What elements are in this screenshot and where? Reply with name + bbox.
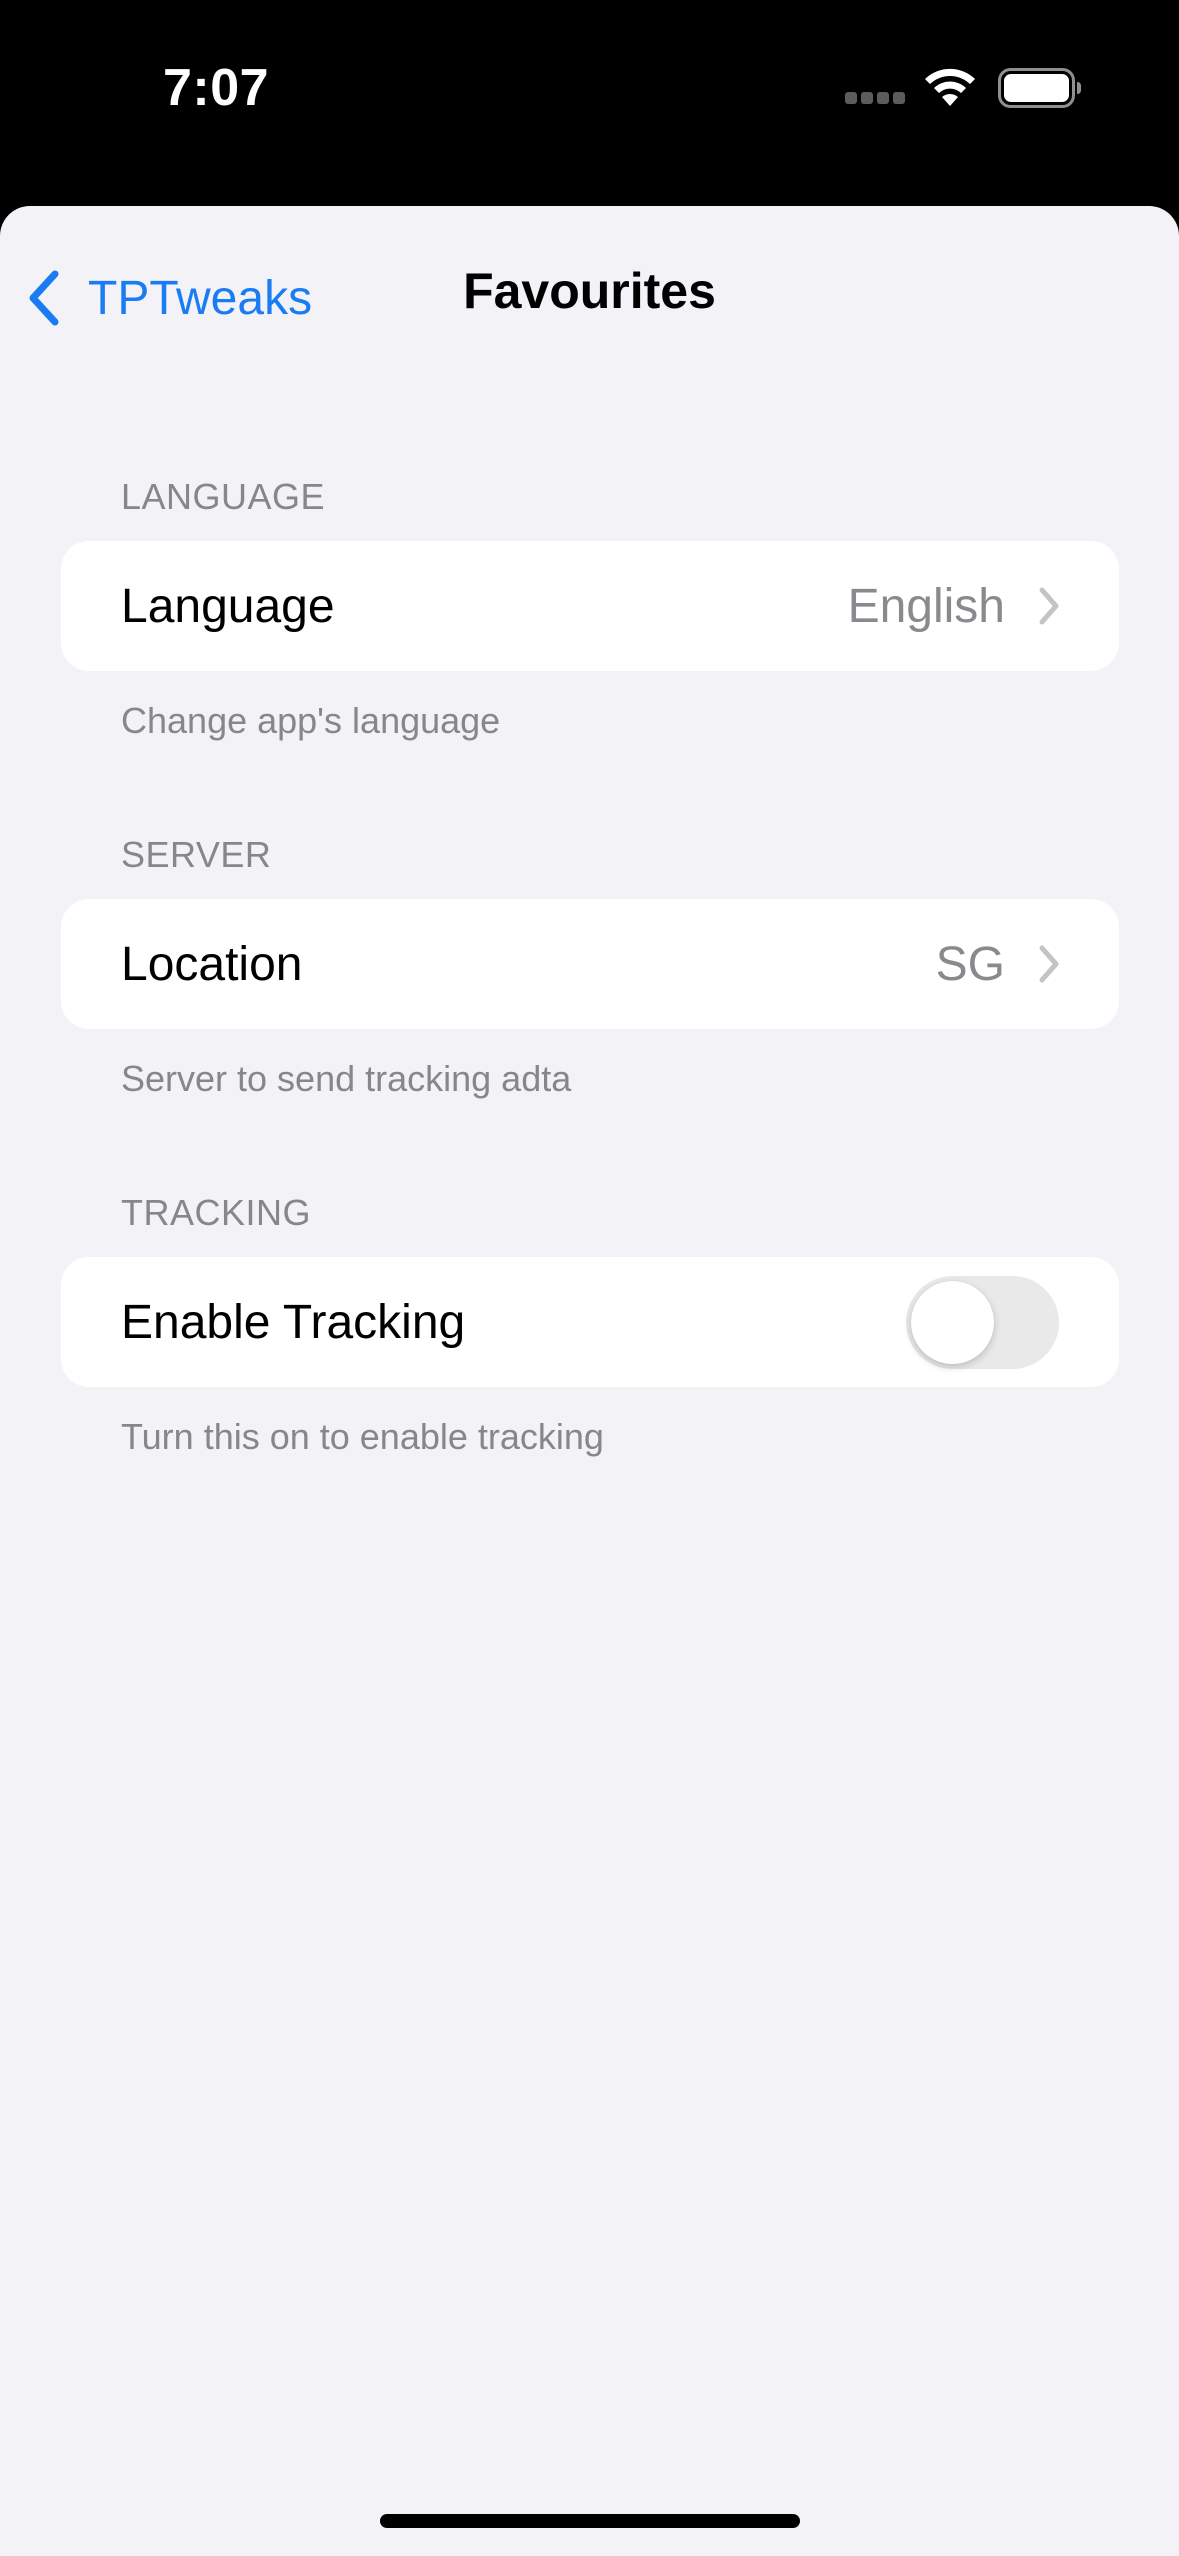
section-footer-server: Server to send tracking adta [121, 1058, 572, 1099]
section-header-tracking: TRACKING [121, 1192, 312, 1233]
status-time: 7:07 [163, 59, 270, 117]
location-row-value: SG [935, 937, 1005, 991]
section-header-language: LANGUAGE [121, 476, 326, 517]
section-footer-tracking: Turn this on to enable tracking [121, 1416, 604, 1457]
location-row[interactable]: Location SG [61, 899, 1119, 1029]
enable-tracking-row: Enable Tracking [61, 1257, 1119, 1387]
enable-tracking-row-title: Enable Tracking [121, 1295, 466, 1349]
status-bar: 7:07 [0, 0, 1179, 206]
chevron-right-icon [1039, 945, 1059, 983]
screen: 7:07 TPTweaks Favourites LANGUAGE Langua… [0, 0, 1179, 2556]
language-row-value: English [847, 579, 1005, 633]
location-row-title: Location [121, 937, 303, 991]
language-row-title: Language [121, 579, 335, 633]
section-footer-language: Change app's language [121, 700, 501, 741]
battery-icon [998, 68, 1081, 108]
chevron-right-icon [1039, 587, 1059, 625]
enable-tracking-toggle[interactable] [906, 1276, 1059, 1369]
settings-sheet: TPTweaks Favourites LANGUAGE Language En… [0, 206, 1179, 2556]
home-indicator[interactable] [380, 2514, 800, 2528]
section-header-server: SERVER [121, 834, 272, 875]
signal-icon [845, 92, 905, 108]
language-row[interactable]: Language English [61, 541, 1119, 671]
page-title: Favourites [463, 263, 716, 319]
toggle-knob [911, 1281, 994, 1364]
wifi-icon [925, 68, 975, 106]
